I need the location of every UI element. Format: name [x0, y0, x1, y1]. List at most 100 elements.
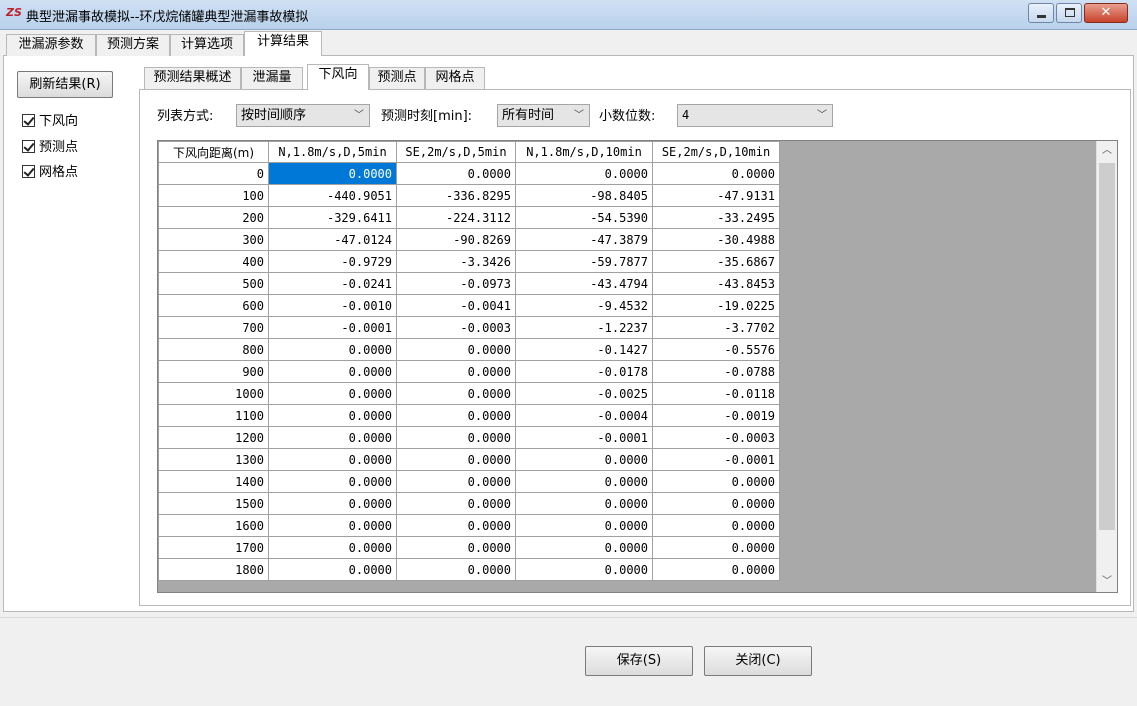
table-cell[interactable]: -0.0003	[396, 316, 516, 339]
table-cell[interactable]: -43.4794	[515, 272, 653, 295]
table-cell[interactable]: 0.0000	[515, 536, 653, 559]
column-header[interactable]: N,1.8m/s,D,10min	[515, 141, 653, 163]
scrollbar-thumb[interactable]	[1099, 163, 1115, 530]
table-cell[interactable]: 0.0000	[652, 470, 780, 493]
table-cell[interactable]: -0.0178	[515, 360, 653, 383]
table-cell[interactable]: 0.0000	[396, 162, 516, 185]
table-cell[interactable]: -224.3112	[396, 206, 516, 229]
table-cell[interactable]: -0.0041	[396, 294, 516, 317]
table-cell[interactable]: 0.0000	[396, 360, 516, 383]
table-cell[interactable]: -0.9729	[268, 250, 397, 273]
table-cell[interactable]: -3.7702	[652, 316, 780, 339]
table-cell[interactable]: -30.4988	[652, 228, 780, 251]
table-cell[interactable]: 0.0000	[268, 162, 397, 185]
table-cell[interactable]: -98.8405	[515, 184, 653, 207]
table-cell[interactable]: -440.9051	[268, 184, 397, 207]
row-header-distance[interactable]: 1500	[158, 492, 269, 515]
tab-forecast-points[interactable]: 预测点	[369, 67, 425, 89]
table-cell[interactable]: 0.0000	[268, 470, 397, 493]
row-header-distance[interactable]: 600	[158, 294, 269, 317]
table-cell[interactable]: -59.7877	[515, 250, 653, 273]
table-cell[interactable]: -0.0001	[515, 426, 653, 449]
table-cell[interactable]: 0.0000	[652, 536, 780, 559]
checkbox-grid-points[interactable]: 网格点	[22, 164, 78, 182]
row-header-distance[interactable]: 500	[158, 272, 269, 295]
table-cell[interactable]: 0.0000	[268, 558, 397, 581]
table-cell[interactable]: -19.0225	[652, 294, 780, 317]
table-cell[interactable]: 0.0000	[652, 162, 780, 185]
downwind-results-grid[interactable]: 下风向距离(m) N,1.8m/s,D,5min SE,2m/s,D,5min …	[157, 140, 1118, 593]
checkbox-downwind[interactable]: 下风向	[22, 113, 78, 131]
table-cell[interactable]: -43.8453	[652, 272, 780, 295]
table-cell[interactable]: 0.0000	[268, 514, 397, 537]
table-cell[interactable]: -0.0010	[268, 294, 397, 317]
table-cell[interactable]: -329.6411	[268, 206, 397, 229]
table-cell[interactable]: -0.0004	[515, 404, 653, 427]
row-header-distance[interactable]: 1800	[158, 558, 269, 581]
table-cell[interactable]: 0.0000	[652, 514, 780, 537]
table-cell[interactable]: 0.0000	[515, 558, 653, 581]
table-cell[interactable]: 0.0000	[396, 536, 516, 559]
row-header-distance[interactable]: 200	[158, 206, 269, 229]
row-header-distance[interactable]: 1700	[158, 536, 269, 559]
table-cell[interactable]: 0.0000	[515, 448, 653, 471]
table-cell[interactable]: 0.0000	[268, 426, 397, 449]
table-cell[interactable]: -3.3426	[396, 250, 516, 273]
minimize-button[interactable]	[1028, 3, 1054, 23]
checkbox-forecast-points[interactable]: 预测点	[22, 139, 78, 157]
row-header-distance[interactable]: 700	[158, 316, 269, 339]
table-cell[interactable]: -0.0973	[396, 272, 516, 295]
table-cell[interactable]: 0.0000	[396, 470, 516, 493]
decimals-select[interactable]: 4 ﹀	[677, 104, 833, 127]
table-cell[interactable]: 0.0000	[396, 492, 516, 515]
table-cell[interactable]: 0.0000	[268, 448, 397, 471]
row-header-distance[interactable]: 1200	[158, 426, 269, 449]
forecast-time-select[interactable]: 所有时间 ﹀	[497, 104, 590, 127]
row-header-distance[interactable]: 100	[158, 184, 269, 207]
scroll-up-icon[interactable]: ︿	[1097, 141, 1117, 161]
column-header[interactable]: N,1.8m/s,D,5min	[268, 141, 397, 163]
tab-grid-points[interactable]: 网格点	[425, 67, 485, 89]
column-header[interactable]: SE,2m/s,D,10min	[652, 141, 780, 163]
tab-leak-amount[interactable]: 泄漏量	[241, 67, 303, 89]
table-cell[interactable]: 0.0000	[396, 338, 516, 361]
table-cell[interactable]: 0.0000	[515, 470, 653, 493]
table-cell[interactable]: -9.4532	[515, 294, 653, 317]
maximize-button[interactable]	[1056, 3, 1082, 23]
table-cell[interactable]: -0.0001	[268, 316, 397, 339]
tab-calc-options[interactable]: 计算选项	[170, 34, 244, 56]
table-cell[interactable]: -33.2495	[652, 206, 780, 229]
table-cell[interactable]: 0.0000	[515, 492, 653, 515]
column-header[interactable]: SE,2m/s,D,5min	[396, 141, 516, 163]
table-cell[interactable]: -0.0001	[652, 448, 780, 471]
table-cell[interactable]: 0.0000	[652, 492, 780, 515]
table-cell[interactable]: -0.0019	[652, 404, 780, 427]
table-cell[interactable]: -0.0241	[268, 272, 397, 295]
row-header-distance[interactable]: 1600	[158, 514, 269, 537]
table-cell[interactable]: 0.0000	[396, 404, 516, 427]
row-header-distance[interactable]: 900	[158, 360, 269, 383]
row-header-distance[interactable]: 1300	[158, 448, 269, 471]
table-cell[interactable]: -0.0118	[652, 382, 780, 405]
table-cell[interactable]: 0.0000	[396, 382, 516, 405]
table-cell[interactable]: -0.0003	[652, 426, 780, 449]
table-cell[interactable]: 0.0000	[268, 404, 397, 427]
row-header-distance[interactable]: 0	[158, 162, 269, 185]
tab-result-overview[interactable]: 预测结果概述	[144, 67, 241, 89]
table-cell[interactable]: 0.0000	[396, 514, 516, 537]
close-button[interactable]: 关闭(C)	[704, 646, 812, 676]
table-cell[interactable]: 0.0000	[268, 360, 397, 383]
table-cell[interactable]: -0.0788	[652, 360, 780, 383]
row-header-distance[interactable]: 1400	[158, 470, 269, 493]
table-cell[interactable]: 0.0000	[268, 492, 397, 515]
row-header-distance[interactable]: 400	[158, 250, 269, 273]
tab-leak-source[interactable]: 泄漏源参数	[6, 34, 96, 56]
table-cell[interactable]: -0.0025	[515, 382, 653, 405]
column-header-distance[interactable]: 下风向距离(m)	[158, 141, 269, 163]
table-cell[interactable]: -0.1427	[515, 338, 653, 361]
table-cell[interactable]: 0.0000	[268, 338, 397, 361]
scroll-down-icon[interactable]: ﹀	[1097, 572, 1117, 592]
table-cell[interactable]: 0.0000	[268, 536, 397, 559]
table-cell[interactable]: -47.9131	[652, 184, 780, 207]
table-cell[interactable]: 0.0000	[515, 162, 653, 185]
